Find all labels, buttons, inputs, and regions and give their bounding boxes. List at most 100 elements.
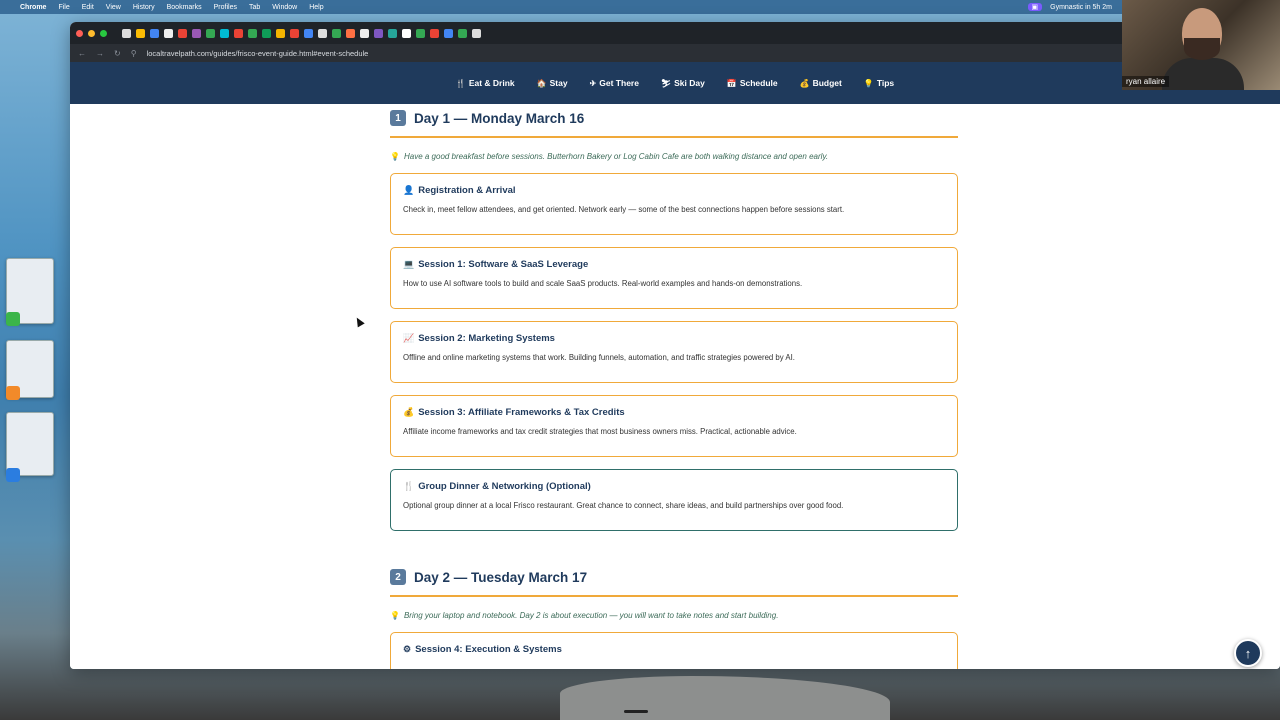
card-title-text: Session 1: Software & SaaS Leverage [418, 259, 589, 270]
nav-schedule[interactable]: 📅 Schedule [727, 78, 778, 88]
nav-get-there[interactable]: ✈ Get There [590, 78, 639, 88]
numbers-app-icon[interactable] [6, 312, 20, 326]
schedule-card-group-dinner: 🍴 Group Dinner & Networking (Optional) O… [390, 469, 958, 531]
tab-favicon[interactable] [206, 28, 215, 38]
gear-icon: ⚙ [403, 644, 412, 654]
tab-favicon[interactable] [136, 28, 145, 38]
day-1-section: 1 Day 1 — Monday March 16 💡 Have a good … [390, 110, 958, 531]
minimize-window-button[interactable] [88, 29, 95, 37]
site-info-icon[interactable]: ⚲ [131, 49, 137, 58]
back-icon[interactable]: ← [78, 49, 86, 58]
tab-favicon[interactable] [374, 28, 383, 38]
nav-label: Schedule [739, 78, 778, 88]
stage-manager-thumb-3[interactable] [6, 412, 54, 476]
nav-label: Budget [812, 78, 842, 88]
tab-favicon[interactable] [430, 28, 439, 38]
zoom-window-button[interactable] [100, 29, 107, 37]
card-description: Optional group dinner at a local Frisco … [403, 501, 844, 510]
desktop-wallpaper-rock [560, 676, 890, 720]
nav-tips[interactable]: 💡 Tips [864, 78, 894, 88]
menu-tab[interactable]: Tab [249, 4, 260, 11]
card-title: 💰 Session 3: Affiliate Frameworks & Tax … [403, 407, 945, 418]
scroll-to-top-button[interactable]: ↑ [1234, 639, 1262, 667]
address-bar: ← → ↻ ⚲ localtravelpath.com/guides/frisc… [70, 44, 1280, 62]
calendar-status[interactable]: Gymnastic in 5h 2m [1050, 4, 1112, 11]
menu-window[interactable]: Window [272, 4, 297, 11]
lightbulb-icon: 💡 [863, 78, 874, 88]
card-title-text: Session 2: Marketing Systems [418, 333, 555, 344]
site-nav: 🍴 Eat & Drink 🏠 Stay ✈ Get There ⛷ Ski Day 📅… [70, 62, 1280, 104]
day-tip: 💡 Have a good breakfast before sessions.… [390, 152, 958, 161]
card-title: ⚙ Session 4: Execution & Systems [403, 644, 945, 655]
calendar-icon: 📅 [726, 78, 737, 88]
tab-favicon[interactable] [360, 28, 369, 38]
menu-profiles[interactable]: Profiles [214, 4, 237, 11]
tab-favicon[interactable] [262, 28, 271, 38]
tab-favicon[interactable] [304, 28, 313, 38]
tab-favicon[interactable] [122, 28, 131, 38]
nav-label: Tips [876, 78, 895, 88]
tab-favicon[interactable] [458, 28, 467, 38]
lightbulb-icon: 💡 [390, 611, 400, 620]
menu-edit[interactable]: Edit [82, 4, 94, 11]
tab-favicon[interactable] [276, 28, 285, 38]
nav-budget[interactable]: 💰 Budget [800, 78, 842, 88]
day-heading: 2 Day 2 — Tuesday March 17 [390, 569, 958, 597]
home-indicator [624, 710, 648, 713]
tab-favicon[interactable] [416, 28, 425, 38]
card-description: How to use AI software tools to build an… [403, 279, 803, 288]
tab-favicon[interactable] [164, 28, 173, 38]
tab-favicon[interactable] [290, 28, 299, 38]
menubar-app-name[interactable]: Chrome [20, 4, 46, 11]
house-icon: 🏠 [536, 78, 547, 88]
nav-label: Eat & Drink [468, 78, 515, 88]
screen-record-icon[interactable]: ▣ [1027, 3, 1043, 11]
tab-favicon[interactable] [192, 28, 201, 38]
nav-ski-day[interactable]: ⛷ Ski Day [661, 78, 705, 88]
tab-favicon[interactable] [388, 28, 397, 38]
card-title-text: Session 3: Affiliate Frameworks & Tax Cr… [418, 407, 625, 418]
menu-history[interactable]: History [133, 4, 155, 11]
card-title: 💻 Session 1: Software & SaaS Leverage [403, 259, 945, 270]
pages-app-icon[interactable] [6, 386, 20, 400]
reload-icon[interactable]: ↻ [114, 49, 121, 58]
money-bag-icon: 💰 [799, 78, 810, 88]
tab-favicon[interactable] [220, 28, 229, 38]
tab-favicon[interactable] [318, 28, 327, 38]
tab-favicon[interactable] [234, 28, 243, 38]
card-title-text: Registration & Arrival [418, 185, 516, 196]
nav-stay[interactable]: 🏠 Stay [537, 78, 568, 88]
close-window-button[interactable] [76, 29, 83, 37]
lightbulb-icon: 💡 [390, 152, 400, 161]
forward-icon[interactable]: → [96, 49, 104, 58]
window-controls [76, 29, 107, 37]
tab-favicon[interactable] [346, 28, 355, 38]
day-number-badge: 2 [390, 569, 406, 585]
skier-icon: ⛷ [660, 78, 672, 88]
menu-help[interactable]: Help [309, 4, 323, 11]
tab-favicon[interactable] [402, 28, 411, 38]
menu-file[interactable]: File [58, 4, 69, 11]
schedule-card-session-1: 💻 Session 1: Software & SaaS Leverage Ho… [390, 247, 958, 309]
url-field[interactable]: localtravelpath.com/guides/frisco-event-… [147, 49, 1181, 58]
webcam-person-beard [1184, 38, 1220, 60]
tab-favicon[interactable] [248, 28, 257, 38]
webcam-person-body [1162, 58, 1244, 90]
tip-text: Have a good breakfast before sessions. B… [403, 152, 829, 161]
nav-eat-drink[interactable]: 🍴 Eat & Drink [456, 78, 515, 88]
tab-favicon[interactable] [444, 28, 453, 38]
menubar-status-area: ▣ Gymnastic in 5h 2m [1027, 3, 1112, 11]
arrow-up-icon: ↑ [1244, 645, 1252, 661]
tab-favicon[interactable] [472, 28, 481, 38]
menu-view[interactable]: View [106, 4, 121, 11]
tab-favicon[interactable] [178, 28, 187, 38]
tab-favicon[interactable] [332, 28, 341, 38]
money-bag-icon: 💰 [403, 407, 415, 417]
tab-favicon[interactable] [150, 28, 159, 38]
nav-label: Ski Day [674, 78, 705, 88]
windows-app-icon[interactable] [6, 468, 20, 482]
card-title: 👤 Registration & Arrival [403, 185, 945, 196]
menu-bookmarks[interactable]: Bookmarks [167, 4, 202, 11]
day-title: Day 1 — Monday March 16 [414, 110, 585, 126]
day-tip: 💡 Bring your laptop and notebook. Day 2 … [390, 611, 958, 620]
